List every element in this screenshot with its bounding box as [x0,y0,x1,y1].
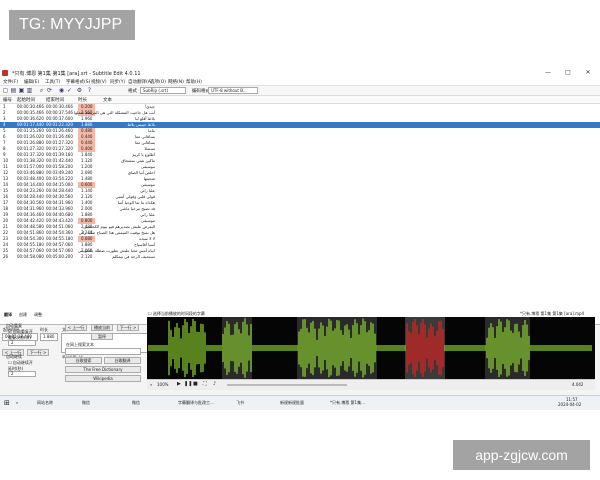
app-icon [2,70,8,76]
waveform-controls: ⌕ 100% ▶ ❚❚ ■ ⛶ ♪ 4.042 [147,379,595,390]
cell-duration: 2.120 [81,254,93,259]
menu-video[interactable]: 视频(V) [91,79,107,85]
cell-start: 00:04:58.080 [17,254,44,259]
start-icon[interactable]: ⊞ [4,399,10,407]
menu-help[interactable]: 帮助(H) [186,79,202,85]
cell-number: 26 [3,254,9,259]
play-icon[interactable]: ▶ [177,381,181,387]
translate-prev-button[interactable]: < 上一行 [65,324,87,331]
close-button[interactable]: ✕ [578,69,598,77]
play-current-button[interactable]: 播放当前 [91,324,113,331]
replace-icon[interactable]: ⟳ [46,87,53,94]
taskbar-item[interactable]: 微信 [82,399,90,407]
stop-icon[interactable]: ■ [193,381,198,387]
cell-end: 00:05:00.200 [46,254,73,259]
settings-icon[interactable]: ⚙ [76,87,83,94]
help-icon[interactable]: ? [86,87,93,94]
repeat-count-select[interactable]: 2 [8,340,36,346]
watermark-bottom-right: app-zgjcw.com [453,440,590,470]
zoom-icon[interactable]: ⌕ [150,382,152,387]
col-end[interactable]: 结束时间 [46,97,64,103]
toolbar: ▢ ▤ ▣ ▥ ⌕ ⟳ ◉ ✓ ⚙ ? 格式 SubRip (.srt) 编码格… [0,86,600,96]
format-label: 格式 [128,89,137,94]
taskbar-item[interactable]: 新规新规批量 [280,399,304,407]
translate-panel: 自动重复 ☑ 自动重复开 重复次数(次) 2 自动继续 ☐ 自动继续开 延时(秒… [0,318,145,392]
taskbar-item[interactable]: 飞书 [236,399,244,407]
encoding-select[interactable]: UTF-8 without B... [208,87,258,94]
wikipedia-button[interactable]: Wikipedia [65,375,141,382]
volume-icon[interactable]: ♪ [213,381,216,387]
taskbar-item[interactable]: *只有.博恩 第1集... [330,399,365,407]
col-number[interactable]: 编号 [3,97,12,103]
search-text-input[interactable] [65,348,141,355]
col-duration[interactable]: 时长 [78,97,87,103]
taskbar-item[interactable]: 字幕翻译与批改工... [178,399,214,407]
spell-check-icon[interactable]: ✓ [66,87,73,94]
menu-format[interactable]: 字幕格式(S) [66,79,90,85]
menu-sync[interactable]: 同步(Y) [110,79,125,85]
grid-header: 编号 起始时间 结束时间 时长 文本 [0,96,600,104]
menu-options[interactable]: 选项(O) [150,79,166,85]
col-start[interactable]: 起始时间 [17,97,35,103]
screen: *只有.博恩 第1集 第1集 [ara].srt - Subtitle Edit… [0,68,600,410]
audio-waveform[interactable] [147,317,595,379]
google-it-button[interactable]: 谷歌搜索 [65,357,102,364]
table-row[interactable]: 26 00:04:58.080 00:05:00.200 2.120 تستحيف ال… [0,254,600,260]
position-slider[interactable] [227,384,347,386]
save-as-icon[interactable]: ▥ [26,87,33,94]
delay-select[interactable]: 2 [8,371,36,377]
google-translate-button[interactable]: 谷歌翻译 [104,357,141,364]
menu-tools[interactable]: 工具(T) [45,79,60,85]
col-text[interactable]: 文本 [103,97,112,103]
translate-next-button[interactable]: 下一行 > [117,324,139,331]
window-title: *只有.博恩 第1集 第1集 [ara].srt - Subtitle Edit… [12,71,141,77]
cell-text: تستحيف الرحة في ييمكلم [112,254,155,259]
menu-network[interactable]: 网络(N) [168,79,184,85]
minimize-button[interactable]: — [538,69,558,77]
format-select[interactable]: SubRip (.srt) [140,87,186,94]
taskbar-search-icon[interactable]: ⌕ [16,399,18,407]
date[interactable]: 2024-04-02 [558,402,581,407]
visual-sync-icon[interactable]: ◉ [58,87,65,94]
current-time: 4.042 [572,382,584,387]
find-icon[interactable]: ⌕ [38,87,45,94]
subtitle-grid: 编号 起始时间 结束时间 时长 文本 1 00:00:30.466 00:00:30… [0,96,600,325]
menu-bar: 文件(F) 编辑(E) 工具(T) 字幕格式(S) 视频(V) 同步(Y) 自动… [0,78,600,86]
maximize-button[interactable]: □ [558,69,578,77]
menu-edit[interactable]: 编辑(E) [24,79,39,85]
taskbar: ⊞ ⌕ 网站名称 微信 微信 字幕翻译与批改工... 飞书 新规新规批量 *只有… [0,395,600,410]
save-icon[interactable]: ▣ [18,87,25,94]
taskbar-item[interactable]: 网站名称 [37,399,53,407]
free-dictionary-button[interactable]: The Free Dictionary [65,366,141,373]
zoom-level[interactable]: 100% [157,382,168,387]
new-file-icon[interactable]: ▢ [2,87,9,94]
menu-file[interactable]: 文件(F) [3,79,18,85]
title-bar: *只有.博恩 第1集 第1集 [ara].srt - Subtitle Edit… [0,68,600,78]
fullscreen-icon[interactable]: ⛶ [203,381,207,387]
watermark-top-left: TG: MYYJJPP [9,10,135,40]
pause-button[interactable]: 暂停 [91,333,113,340]
taskbar-item[interactable]: 微信 [132,399,140,407]
open-folder-icon[interactable]: ▤ [10,87,17,94]
pause-icon[interactable]: ❚❚ [184,381,192,387]
menu-autotranslate[interactable]: 自动翻译(A) [128,79,153,85]
